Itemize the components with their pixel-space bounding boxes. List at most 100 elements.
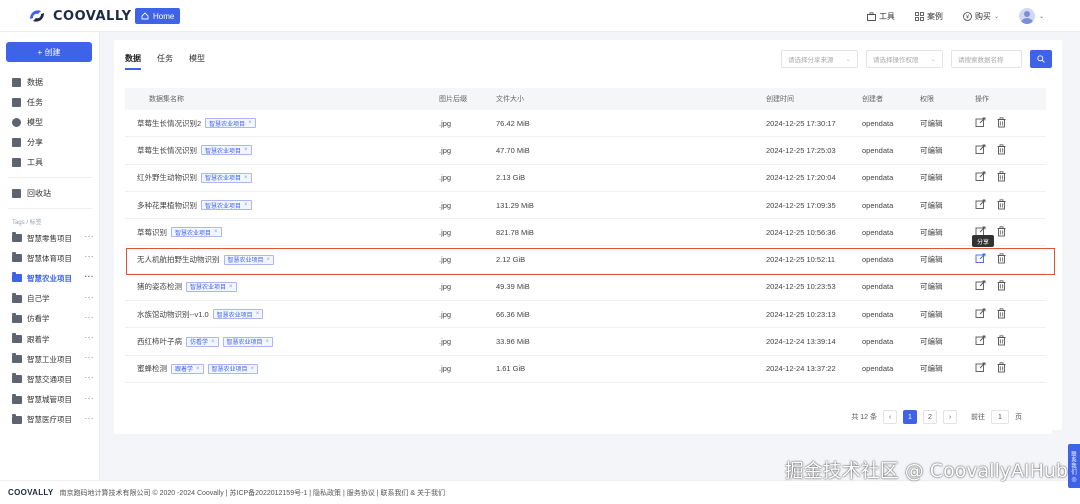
more-icon[interactable]: ··· [85,253,95,261]
sidebar-tag-item[interactable]: 智慧交通项目 ··· [0,369,100,389]
tab-data[interactable]: 数据 [125,53,141,70]
trash-icon[interactable] [996,253,1007,266]
tag-chip[interactable]: 智慧农业项目 × [171,227,222,238]
more-icon[interactable]: ··· [85,374,95,382]
close-icon[interactable]: × [256,311,260,317]
table-row[interactable]: 多种花果植物识别 智慧农业项目 × .jpg 131.29 MiB 2024-12-25 … [125,192,1046,220]
tab-model[interactable]: 模型 [189,53,205,70]
permission-select[interactable]: 请选择操作权限 ⌄ [866,50,943,68]
trash-icon[interactable] [996,226,1007,239]
trash-icon[interactable] [996,308,1007,321]
close-icon[interactable]: × [267,257,271,263]
share-icon[interactable] [975,117,986,130]
dataset-name[interactable]: 蜜蜂检测 [137,363,167,374]
close-icon[interactable]: × [266,339,270,345]
tools-link[interactable]: 工具 [866,11,895,22]
share-source-select[interactable]: 请选择分享来源 ⌄ [781,50,858,68]
table-row[interactable]: 无人机航拍野生动物识别 智慧农业项目 × .jpg 2.12 GiB 2024-12-25… [125,246,1046,274]
cases-link[interactable]: 案例 [915,11,943,22]
sidebar-tag-item[interactable]: 智慧医疗项目 ··· [0,410,100,430]
search-input[interactable]: 请搜索数据名称 [951,50,1022,68]
tag-chip[interactable]: 智慧农业项目 × [201,200,252,211]
close-icon[interactable]: × [248,120,252,126]
search-button[interactable] [1030,50,1052,68]
tag-chip[interactable]: 智慧农业项目 × [201,172,252,183]
create-button[interactable]: + 创建 [6,42,92,62]
sidebar-tag-item[interactable]: 自己学 ··· [0,289,100,309]
trash-icon[interactable] [996,171,1007,184]
tag-chip[interactable]: 智慧农业项目 × [222,336,274,347]
share-icon[interactable] [975,335,986,348]
close-icon[interactable]: × [244,147,248,153]
trash-icon[interactable] [996,335,1007,348]
next-page-button[interactable]: › [943,410,957,424]
dataset-name[interactable]: 水族馆动物识别--v1.0 [137,309,209,320]
tag-chip[interactable]: 智慧农业项目 × [186,281,237,292]
sidebar-tag-item[interactable]: 跟着学 ··· [0,329,100,349]
goto-page-input[interactable]: 1 [991,410,1009,424]
more-icon[interactable]: ··· [85,293,95,301]
close-icon[interactable]: × [251,366,255,372]
tag-chip[interactable]: 跟着学 × [171,363,204,374]
sidebar-item-data[interactable]: 数据 [0,72,100,92]
sidebar-tag-item[interactable]: 智慧体育项目 ··· [0,248,100,268]
sidebar-item-task[interactable]: 任务 [0,92,100,112]
more-icon[interactable]: ··· [85,273,95,281]
dataset-name[interactable]: 猪的姿态检测 [137,281,182,292]
sidebar-item-share[interactable]: 分享 [0,132,100,152]
table-row[interactable]: 草莓生长情况识别 智慧农业项目 × .jpg 47.70 MiB 2024-12-25 1… [125,137,1046,165]
buy-link[interactable]: ¥ 购买 ⌄ [963,11,999,22]
tag-chip[interactable]: 智慧农业项目 × [223,254,275,265]
brand-logo[interactable]: COOVALLY [27,7,132,25]
sidebar-tag-item[interactable]: 智慧零售项目 ··· [0,228,100,248]
more-icon[interactable]: ··· [85,233,95,241]
tag-chip[interactable]: 智慧农业项目 × [205,118,256,129]
dataset-name[interactable]: 草莓识别 [137,227,167,238]
close-icon[interactable]: × [214,229,218,235]
share-icon[interactable] [975,253,986,266]
close-icon[interactable]: × [244,175,248,181]
contact-us-tab[interactable]: 联 系 我 们 ◎ [1068,444,1080,488]
share-icon[interactable] [975,280,986,293]
trash-icon[interactable] [996,117,1007,130]
tag-chip[interactable]: 智慧农业项目 × [201,145,252,156]
close-icon[interactable]: × [229,284,233,290]
table-row[interactable]: 红外野生动物识别 智慧农业项目 × .jpg 2.13 GiB 2024-12-25 17… [125,165,1046,192]
more-icon[interactable]: ··· [85,394,95,402]
sidebar-item-trash[interactable]: 回收站 [0,183,100,203]
sidebar-item-model[interactable]: 模型 [0,112,100,132]
tag-chip[interactable]: 智慧农业项目 × [212,309,264,320]
tab-task[interactable]: 任务 [157,53,173,70]
dataset-name[interactable]: 无人机航拍野生动物识别 [137,254,220,265]
share-icon[interactable] [975,308,986,321]
close-icon[interactable]: × [211,339,215,345]
tag-chip[interactable]: 智慧农业项目 × [207,363,259,374]
table-row[interactable]: 西红柿叶子病 仿看学 × 智慧农业项目 × .jpg 33.96 MiB 2024-12-24… [125,328,1046,356]
table-row[interactable]: 草莓生长情况识别2 智慧农业项目 × .jpg 76.42 MiB 2024-12-25 … [125,110,1046,138]
more-icon[interactable]: ··· [85,414,95,422]
sidebar-tag-item[interactable]: 仿看学 ··· [0,309,100,329]
sidebar-tag-item[interactable]: 智慧城管项目 ··· [0,390,100,410]
sidebar-tag-item[interactable]: 智慧农业项目 ··· [0,268,100,288]
table-row[interactable]: 猪的姿态检测 智慧农业项目 × .jpg 49.39 MiB 2024-12-25 10:… [125,274,1046,302]
trash-icon[interactable] [996,144,1007,157]
user-menu[interactable]: ⌄ [1018,8,1044,24]
dataset-name[interactable]: 西红柿叶子病 [137,336,182,347]
prev-page-button[interactable]: ‹ [883,410,897,424]
dataset-name[interactable]: 多种花果植物识别 [137,200,197,211]
page-1-button[interactable]: 1 [903,410,917,424]
share-icon[interactable] [975,199,986,212]
trash-icon[interactable] [996,362,1007,375]
close-icon[interactable]: × [244,202,248,208]
table-row[interactable]: 蜜蜂检测 跟着学 × 智慧农业项目 × .jpg 1.61 GiB 2024-12-24 13… [125,356,1046,383]
share-icon[interactable] [975,144,986,157]
more-icon[interactable]: ··· [85,313,95,321]
trash-icon[interactable] [996,198,1007,212]
more-icon[interactable]: ··· [85,333,95,341]
table-row[interactable]: 草莓识别 智慧农业项目 × .jpg 821.78 MiB 2024-12-25 10:5… [125,219,1046,247]
sidebar-tag-item[interactable]: 智慧工业项目 ··· [0,349,100,369]
close-icon[interactable]: × [196,366,200,372]
tag-chip[interactable]: 仿看学 × [186,336,219,347]
trash-icon[interactable] [996,280,1007,293]
dataset-name[interactable]: 红外野生动物识别 [137,172,197,183]
